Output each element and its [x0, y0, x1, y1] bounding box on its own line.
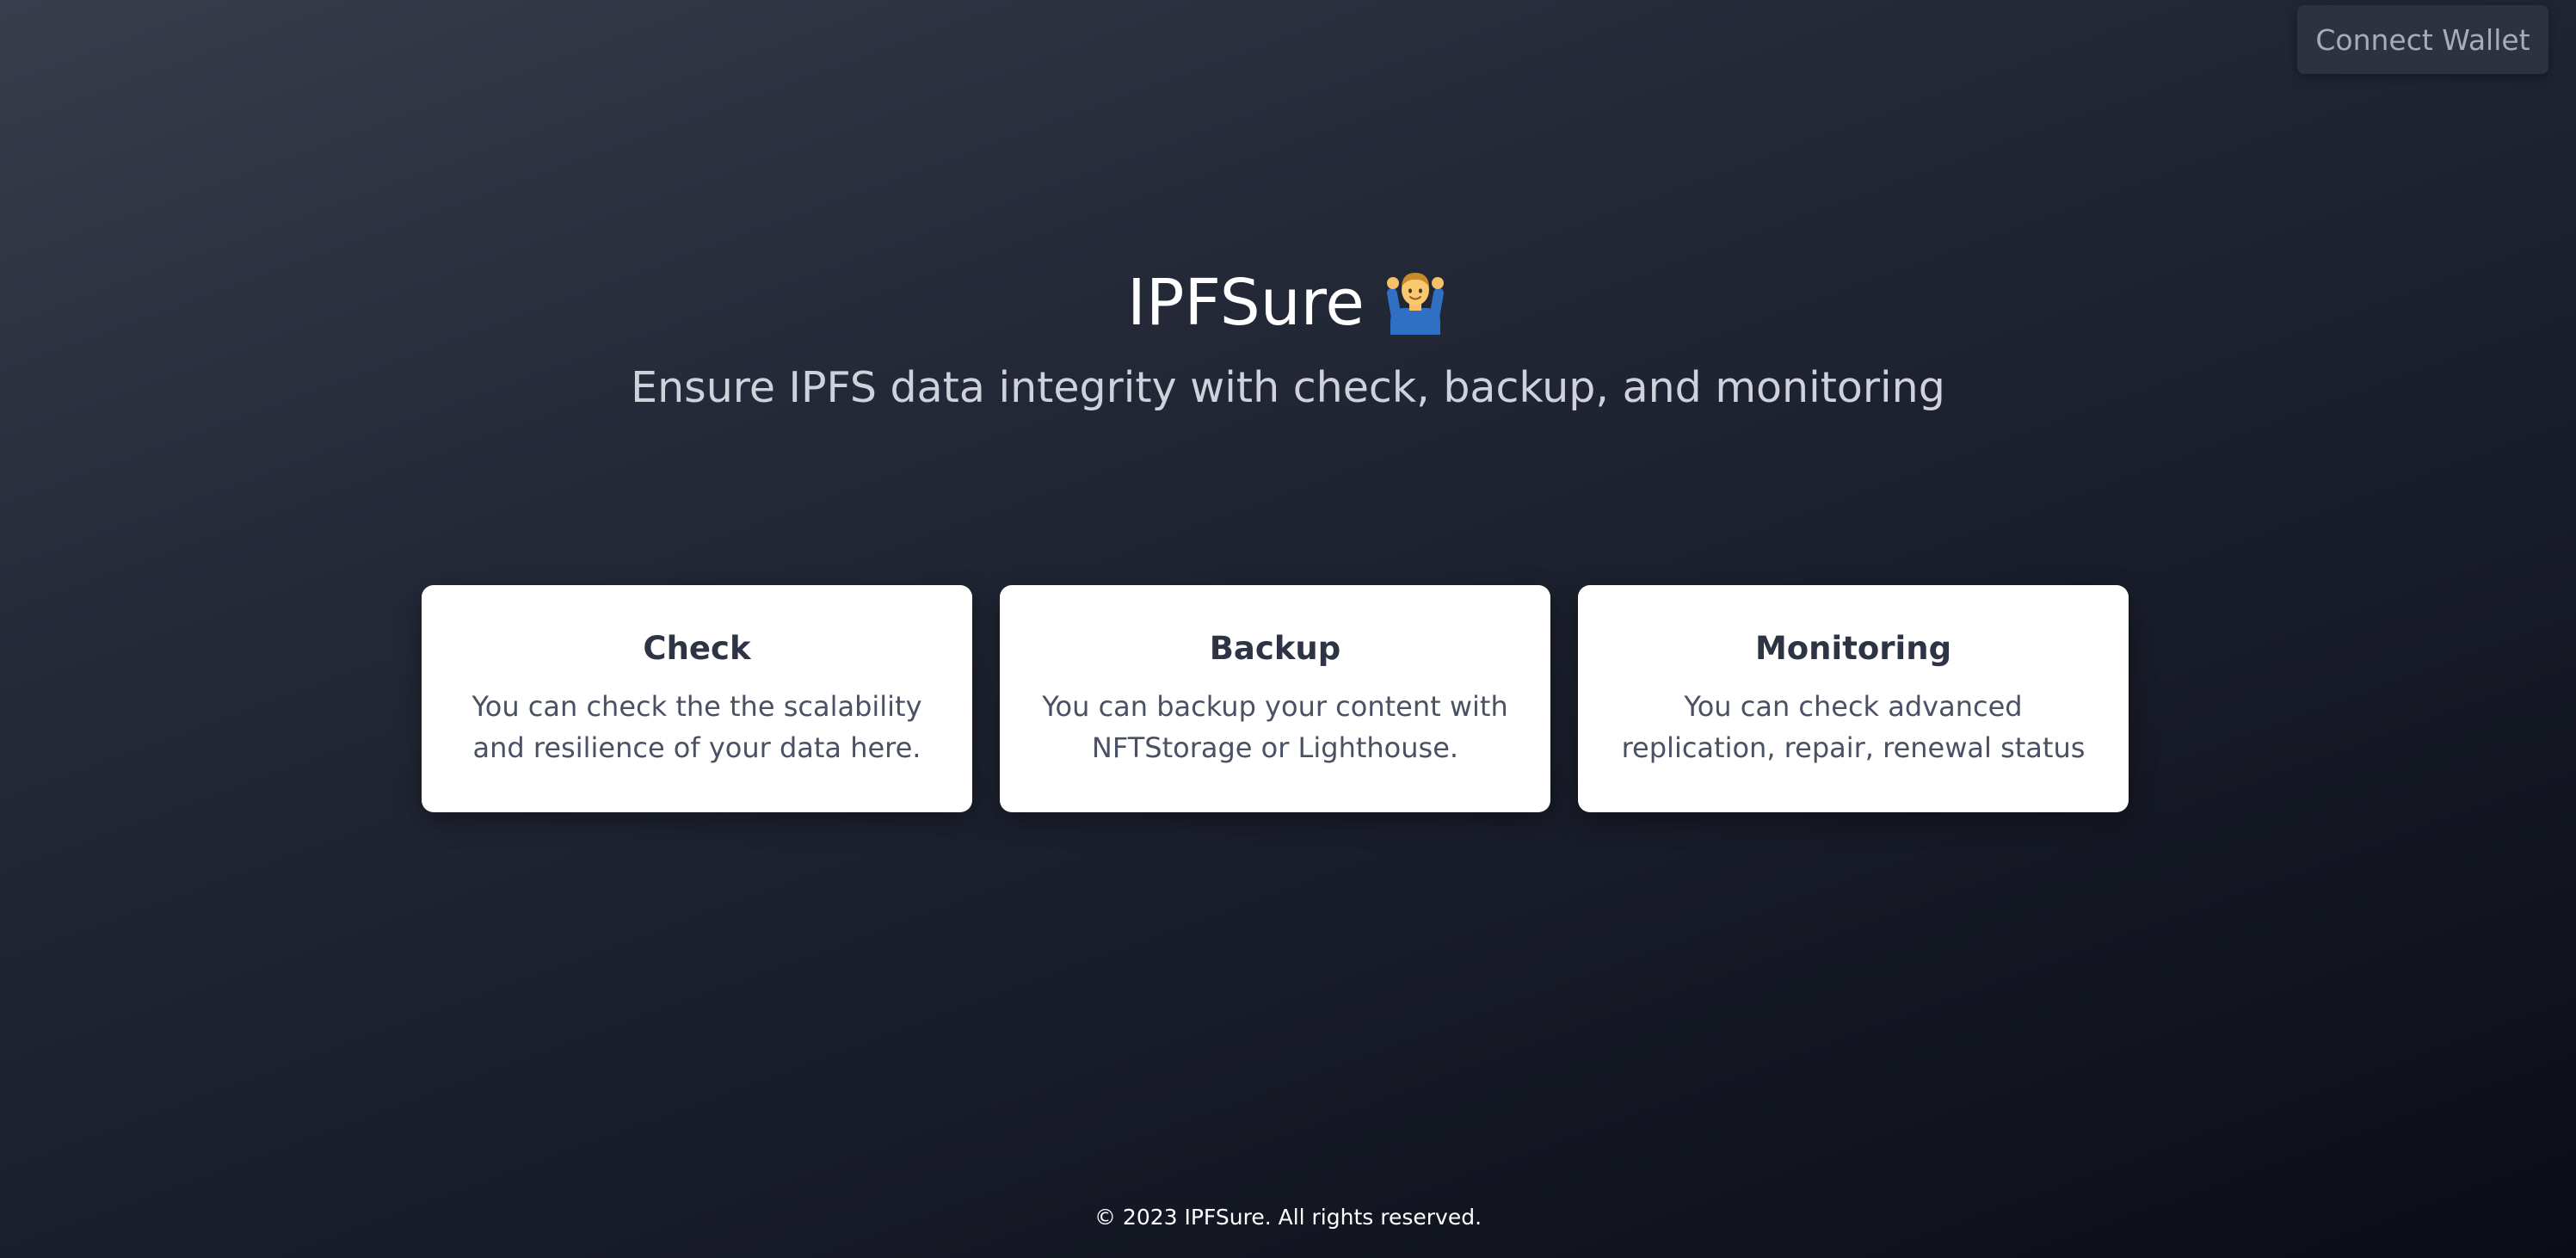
page-title: IPFSure: [1127, 266, 1365, 340]
page-subtitle: Ensure IPFS data integrity with check, b…: [631, 363, 1945, 412]
card-description: You can backup your content with NFTStor…: [1042, 690, 1508, 764]
feature-card-check[interactable]: Check You can check the the scalability …: [422, 585, 972, 812]
connect-wallet-button[interactable]: Connect Wallet: [2297, 5, 2548, 74]
person-gesturing-ok-icon: [1382, 268, 1449, 335]
feature-card-monitoring[interactable]: Monitoring You can check advanced replic…: [1578, 585, 2129, 812]
title-row: IPFSure: [0, 258, 2576, 348]
footer-copyright: © 2023 IPFSure. All rights reserved.: [1094, 1205, 1482, 1230]
feature-cards: Check You can check the the scalability …: [422, 585, 2129, 812]
card-title: Check: [643, 630, 751, 667]
card-description: You can check advanced replication, repa…: [1621, 690, 2086, 764]
card-title: Backup: [1209, 630, 1341, 667]
hero-section: IPFSure Ensure IPFS data integrity with …: [0, 258, 2576, 412]
card-title: Monitoring: [1754, 630, 1952, 667]
card-description: You can check the the scalability and re…: [471, 690, 922, 764]
feature-card-backup[interactable]: Backup You can backup your content with …: [1000, 585, 1550, 812]
